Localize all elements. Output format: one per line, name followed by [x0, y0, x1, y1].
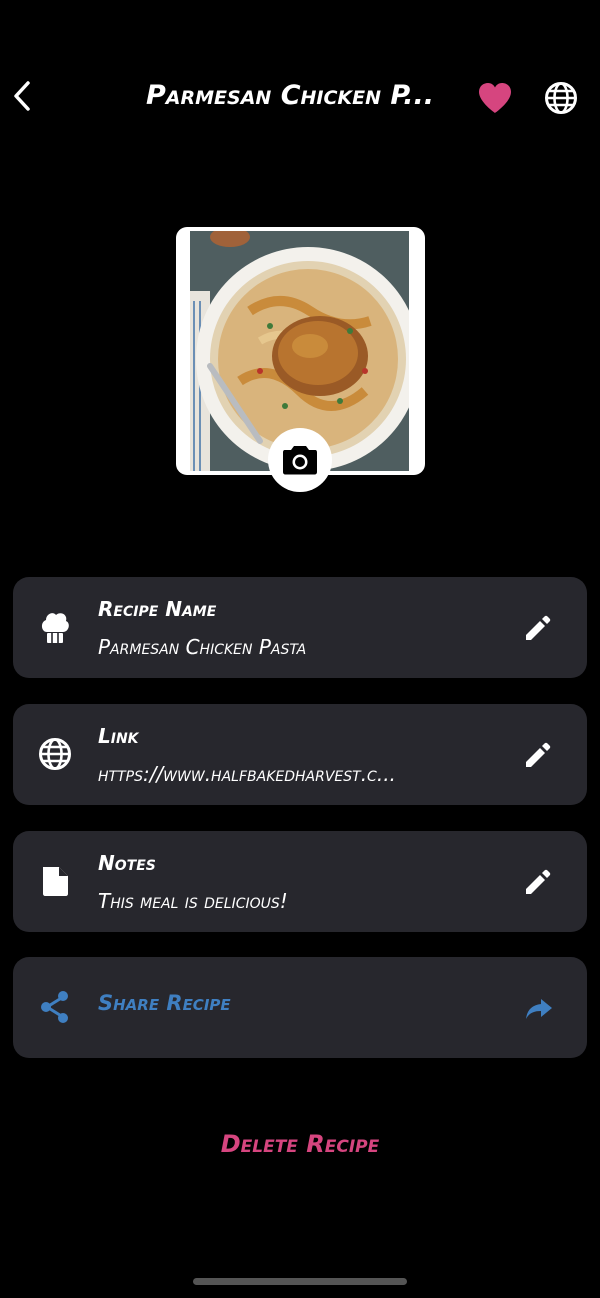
recipe-name-label: Recipe Name: [98, 597, 217, 621]
notes-label: Notes: [98, 851, 156, 875]
favorite-button[interactable]: [474, 78, 516, 118]
link-value[interactable]: https://www.halfbakedharvest.c...: [98, 762, 498, 786]
delete-recipe-button[interactable]: Delete Recipe: [150, 1124, 450, 1164]
pencil-icon: [526, 615, 551, 640]
recipe-name-value: Parmesan Chicken Pasta: [98, 635, 307, 659]
notes-card: Notes This meal is delicious!: [13, 831, 587, 932]
heart-icon: [479, 83, 511, 113]
camera-icon: [283, 446, 317, 475]
globe-icon: [39, 738, 71, 770]
home-indicator: [193, 1278, 407, 1285]
notes-value: This meal is delicious!: [98, 889, 288, 913]
share-recipe-button[interactable]: Share Recipe: [13, 957, 587, 1058]
share-recipe-label: Share Recipe: [98, 991, 231, 1015]
back-button[interactable]: [4, 76, 40, 116]
chevron-left-icon: [14, 81, 30, 111]
chef-hat-icon: [41, 613, 69, 643]
share-icon: [41, 991, 68, 1023]
card-icon: [37, 609, 73, 645]
card-icon: [37, 736, 73, 772]
globe-icon: [545, 82, 577, 114]
link-label: Link: [98, 724, 139, 748]
top-bar: Parmesan Chicken P...: [0, 60, 600, 136]
recipe-name-card: Recipe Name Parmesan Chicken Pasta: [13, 577, 587, 678]
edit-link-button[interactable]: [517, 736, 557, 776]
note-icon: [43, 867, 68, 896]
edit-recipe-name-button[interactable]: [517, 609, 557, 649]
pencil-icon: [526, 869, 551, 894]
edit-notes-button[interactable]: [517, 863, 557, 903]
card-icon: [37, 989, 73, 1025]
open-website-button[interactable]: [540, 78, 582, 118]
forward-arrow-icon: [526, 999, 552, 1019]
link-card: Link https://www.halfbakedharvest.c...: [13, 704, 587, 805]
change-photo-button[interactable]: [268, 428, 332, 492]
pencil-icon: [526, 742, 551, 767]
forward-arrow: [519, 989, 559, 1029]
page-title: Parmesan Chicken P...: [146, 80, 435, 111]
card-icon: [37, 863, 73, 899]
